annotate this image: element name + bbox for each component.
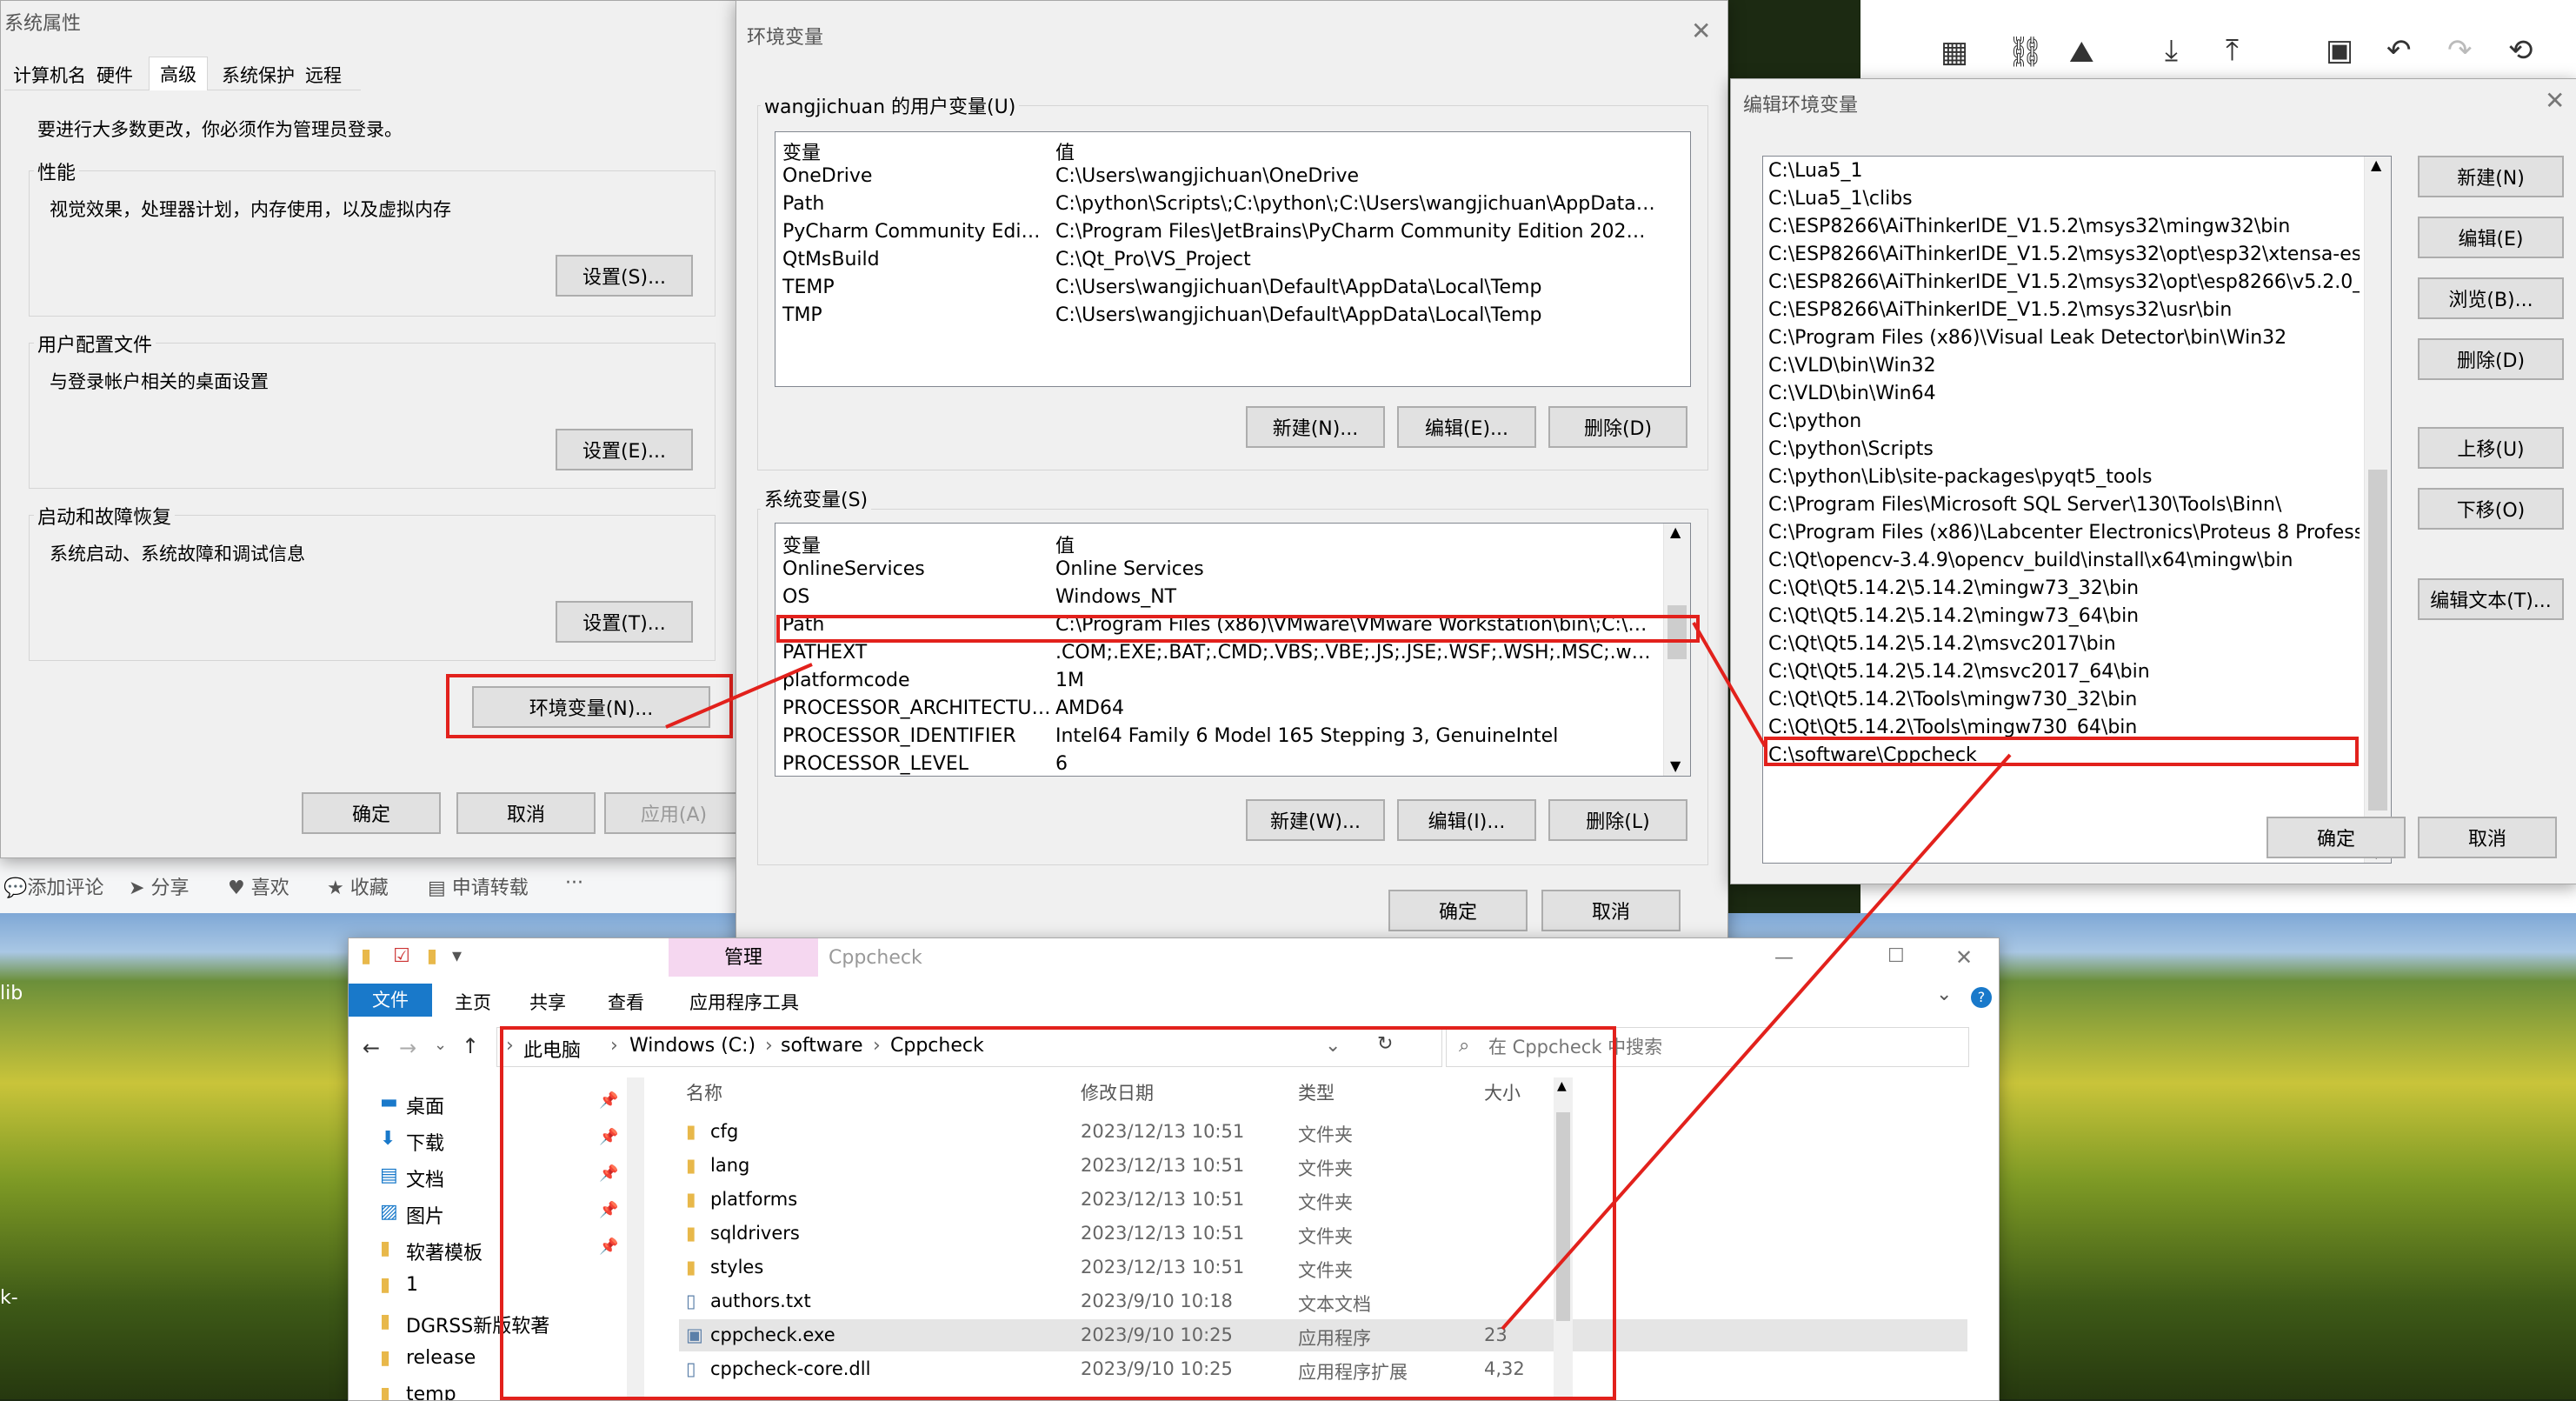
arrow-explorer-to-edit-entry <box>1501 753 2012 1331</box>
annotation-arrows <box>665 621 2012 1331</box>
arrow-path-to-edit-list <box>1692 621 1767 748</box>
arrow-env-button-to-path <box>665 663 813 729</box>
